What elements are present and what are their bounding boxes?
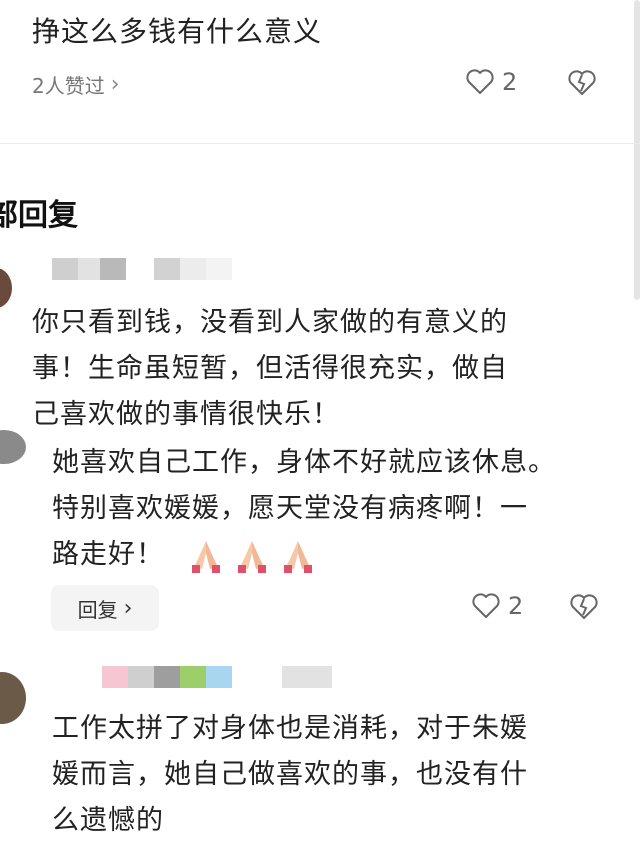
reply-line: 么遗憾的 [52, 805, 164, 836]
like-count: 2 [502, 68, 518, 96]
heart-broken-icon[interactable] [570, 594, 598, 620]
heart-broken-icon[interactable] [568, 70, 596, 96]
avatar[interactable] [0, 430, 26, 464]
reply-text: 工作太拼了对身体也是消耗，对于朱媛 媛而言，她自己做喜欢的事，也没有什 么遗憾的 [52, 706, 528, 844]
praying-hands-emoji [186, 539, 318, 573]
chevron-right-icon: › [110, 72, 120, 97]
like-count: 2 [508, 592, 524, 620]
reply-line: 工作太拼了对身体也是消耗，对于朱媛 [52, 713, 528, 744]
reply-line: 路走好！ [52, 539, 164, 570]
reply-text: 你只看到钱，没看到人家做的有意义的 事！生命虽短暂，但活得很充实，做自 己喜欢做… [32, 300, 508, 438]
username-blurred[interactable] [52, 666, 332, 688]
section-title: 部回复 [0, 198, 78, 233]
heart-outline-icon [466, 69, 494, 95]
reply-line: 媛而言，她自己做喜欢的事，也没有什 [52, 759, 528, 790]
likers-link[interactable]: 2人赞过 › [32, 70, 120, 99]
likers-label: 2人赞过 [32, 74, 105, 98]
reply-line: 她喜欢自己工作，身体不好就应该休息。 [52, 447, 556, 478]
comment-text: 挣这么多钱有什么意义 [32, 15, 323, 48]
avatar[interactable] [0, 672, 26, 724]
like-button[interactable]: 2 [472, 592, 523, 620]
reply-line: 你只看到钱，没看到人家做的有意义的 [32, 307, 508, 338]
username-blurred[interactable] [52, 258, 232, 280]
like-button[interactable]: 2 [466, 68, 517, 96]
reply-line: 事！生命虽短暂，但活得很充实，做自 [32, 353, 508, 384]
reply-button-label: 回复 [77, 597, 118, 622]
reply-button[interactable]: 回复 › [51, 585, 159, 631]
chevron-right-icon: › [123, 595, 133, 621]
divider [0, 143, 640, 144]
heart-outline-icon [472, 593, 500, 619]
reply-line: 特别喜欢媛媛，愿天堂没有病疼啊！一 [52, 493, 528, 524]
reply-line: 己喜欢做的事情很快乐！ [32, 399, 340, 430]
avatar[interactable] [0, 268, 12, 308]
scrollbar[interactable] [634, 0, 640, 300]
reply-text: 她喜欢自己工作，身体不好就应该休息。 特别喜欢媛媛，愿天堂没有病疼啊！一 路走好… [52, 440, 556, 578]
